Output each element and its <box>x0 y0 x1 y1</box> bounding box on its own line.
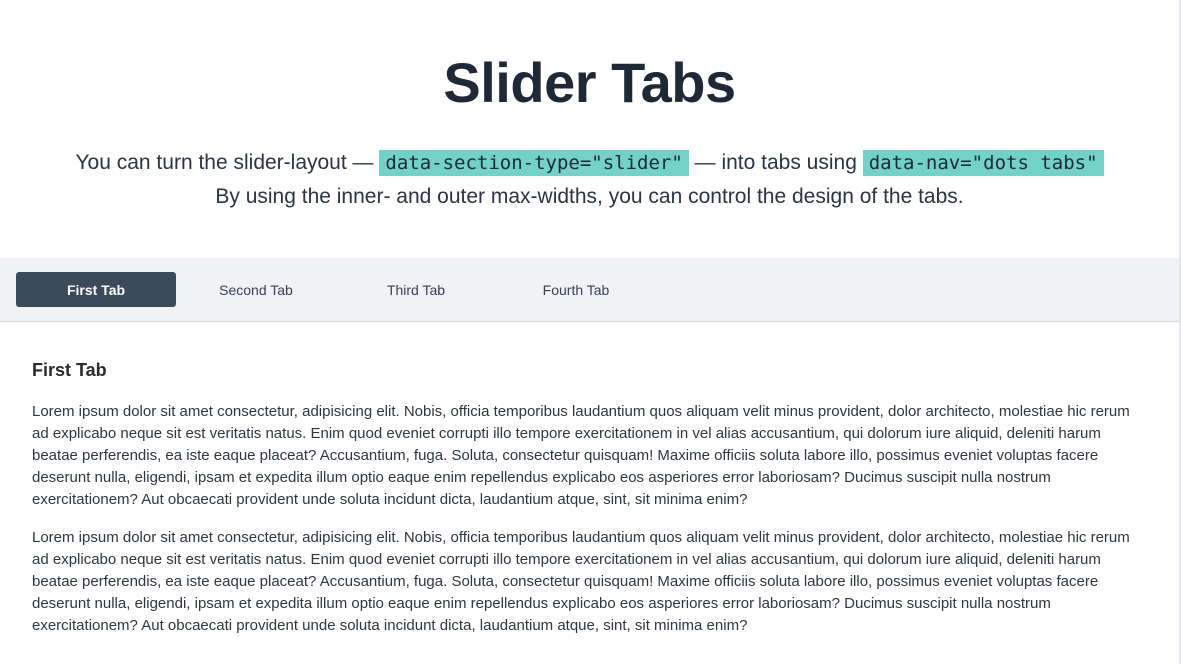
intro-part-2: — into tabs using <box>688 151 863 174</box>
tab-first[interactable]: First Tab <box>16 272 176 307</box>
intro-text: You can turn the slider-layout — data-se… <box>0 146 1179 214</box>
panel-paragraph-2: Lorem ipsum dolor sit amet consectetur, … <box>32 529 1130 634</box>
page-title: Slider Tabs <box>443 51 736 114</box>
panel-paragraph-1: Lorem ipsum dolor sit amet consectetur, … <box>32 403 1130 508</box>
intro-part-1: You can turn the slider-layout — <box>75 151 380 174</box>
tab-second[interactable]: Second Tab <box>176 272 336 307</box>
tab-third[interactable]: Third Tab <box>336 272 496 307</box>
page: Slider Tabs You can turn the slider-layo… <box>0 0 1181 664</box>
tab-bar: First Tab Second Tab Third Tab Fourth Ta… <box>0 258 1179 322</box>
panel-title: First Tab <box>32 360 107 380</box>
code-section-type: data-section-type="slider" <box>379 150 689 176</box>
hero-section: Slider Tabs You can turn the slider-layo… <box>0 0 1179 214</box>
code-data-nav: data-nav="dots tabs" <box>862 150 1104 176</box>
tab-panel: First Tab Lorem ipsum dolor sit amet con… <box>32 360 1144 653</box>
tab-fourth[interactable]: Fourth Tab <box>496 272 656 307</box>
intro-line-2: By using the inner- and outer max-widths… <box>215 185 964 208</box>
